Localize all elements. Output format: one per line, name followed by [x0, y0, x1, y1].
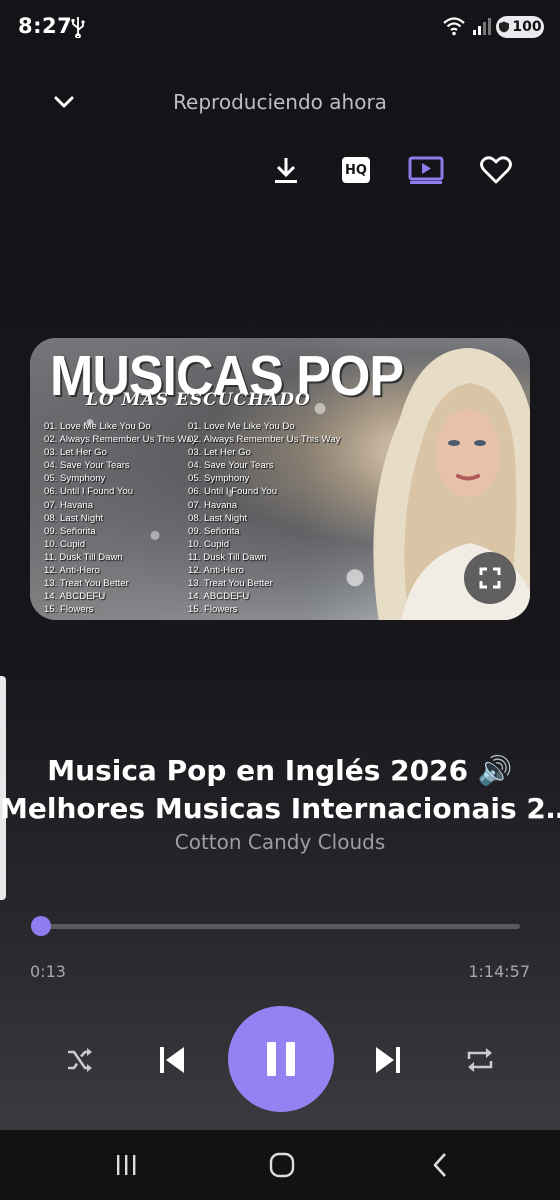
page-title: Reproduciendo ahora [173, 90, 387, 114]
track-item: 05. Symphony [44, 473, 106, 485]
status-time: 8:27 [18, 14, 73, 38]
artist-name[interactable]: Cotton Candy Clouds [0, 830, 560, 854]
track-item: 06. Until I Found You [188, 486, 278, 498]
track-item: 02. Always Remember Us This Way [44, 434, 197, 446]
repeat-icon [467, 1048, 493, 1072]
player-header: Reproduciendo ahora [0, 80, 560, 126]
track-item: 01. Love Me Like You Do [188, 421, 295, 432]
track-item: 03. Let Her Go [188, 447, 251, 459]
skip-previous-icon [160, 1047, 184, 1073]
repeat-button[interactable] [458, 1038, 502, 1082]
track-item: 14. ABCDEFU [188, 591, 250, 603]
track-item: 13. Treat You Better [188, 578, 273, 590]
track-item: 15. Flowers [44, 604, 94, 616]
battery-shield-icon [499, 21, 510, 33]
favorite-button[interactable] [474, 148, 518, 192]
hq-label: HQ [345, 162, 367, 178]
total-duration: 1:14:57 [468, 962, 530, 981]
battery-level: 100 [512, 19, 542, 35]
seek-bar-thumb[interactable] [31, 916, 52, 936]
track-item: 04. Save Your Tears [188, 460, 274, 472]
download-icon [275, 158, 297, 183]
pause-button[interactable] [228, 1006, 334, 1112]
track-item: 07. Havana [44, 499, 94, 511]
back-icon [433, 1153, 446, 1177]
track-item: 02. Always Remember Us This Way [188, 434, 341, 446]
track-item: 07. Havana [188, 499, 238, 511]
fullscreen-icon [479, 567, 501, 589]
download-button[interactable] [264, 148, 308, 192]
fullscreen-button[interactable] [464, 552, 516, 604]
previous-button[interactable] [150, 1038, 194, 1082]
shuffle-button[interactable] [58, 1038, 102, 1082]
recent-apps-button[interactable] [106, 1150, 146, 1180]
artwork-tracklist-left: 01. Love Me Like You Do 02. Always Remem… [44, 420, 196, 616]
video-mode-button[interactable] [404, 148, 448, 192]
track-item: 06. Until I Found You [44, 486, 134, 498]
song-title: Musica Pop en Inglés 2026 🔊 Melhores Mus… [0, 752, 560, 828]
track-item: 11. Dusk Till Dawn [44, 551, 123, 563]
album-artwork: MUSICAS POP LO MAS ESCUCHADO 01. Love Me… [30, 338, 530, 620]
track-item: 03. Let Her Go [44, 447, 107, 459]
track-item: 09. Señorita [188, 525, 240, 537]
next-button[interactable] [366, 1038, 410, 1082]
track-item: 12. Anti-Hero [44, 565, 100, 577]
song-title-line-2: Melhores Musicas Internacionais 2… [0, 792, 560, 825]
elapsed-time: 0:13 [30, 962, 66, 981]
hq-button[interactable]: HQ [334, 148, 378, 192]
play-screen-icon [408, 156, 444, 184]
track-item: 15. Flowers [188, 604, 238, 616]
heart-icon [480, 156, 512, 184]
signal-icon [473, 18, 491, 35]
pause-icon [267, 1042, 295, 1076]
recent-apps-icon [117, 1155, 136, 1175]
track-item: 01. Love Me Like You Do [44, 421, 151, 432]
action-row: HQ [0, 148, 560, 196]
system-nav-bar [0, 1130, 560, 1200]
artwork-tracklist-right: 01. Love Me Like You Do 02. Always Remem… [188, 420, 340, 616]
back-button[interactable] [420, 1150, 460, 1180]
shuffle-icon [68, 1048, 92, 1072]
usb-icon [71, 17, 85, 38]
track-item: 13. Treat You Better [44, 578, 129, 590]
track-item: 11. Dusk Till Dawn [188, 551, 267, 563]
home-icon [269, 1152, 295, 1178]
hq-icon: HQ [342, 157, 370, 183]
wifi-icon [443, 17, 465, 36]
track-item: 05. Symphony [188, 473, 250, 485]
song-title-line-1: Musica Pop en Inglés 2026 🔊 [47, 754, 513, 787]
track-item: 04. Save Your Tears [44, 460, 130, 472]
track-item: 10. Cupid [188, 538, 230, 550]
playback-controls [0, 1006, 560, 1114]
home-button[interactable] [262, 1150, 302, 1180]
artwork-subtitle: LO MAS ESCUCHADO [86, 390, 311, 410]
track-item: 08. Last Night [188, 512, 248, 524]
track-item: 08. Last Night [44, 512, 104, 524]
track-item: 12. Anti-Hero [188, 565, 244, 577]
track-item: 09. Señorita [44, 525, 96, 537]
seek-bar[interactable] [31, 916, 520, 936]
battery-badge: 100 [496, 16, 544, 38]
track-item: 10. Cupid [44, 538, 86, 550]
track-item: 14. ABCDEFU [44, 591, 106, 603]
status-bar: 8:27 100 [0, 0, 560, 56]
skip-next-icon [376, 1047, 400, 1073]
